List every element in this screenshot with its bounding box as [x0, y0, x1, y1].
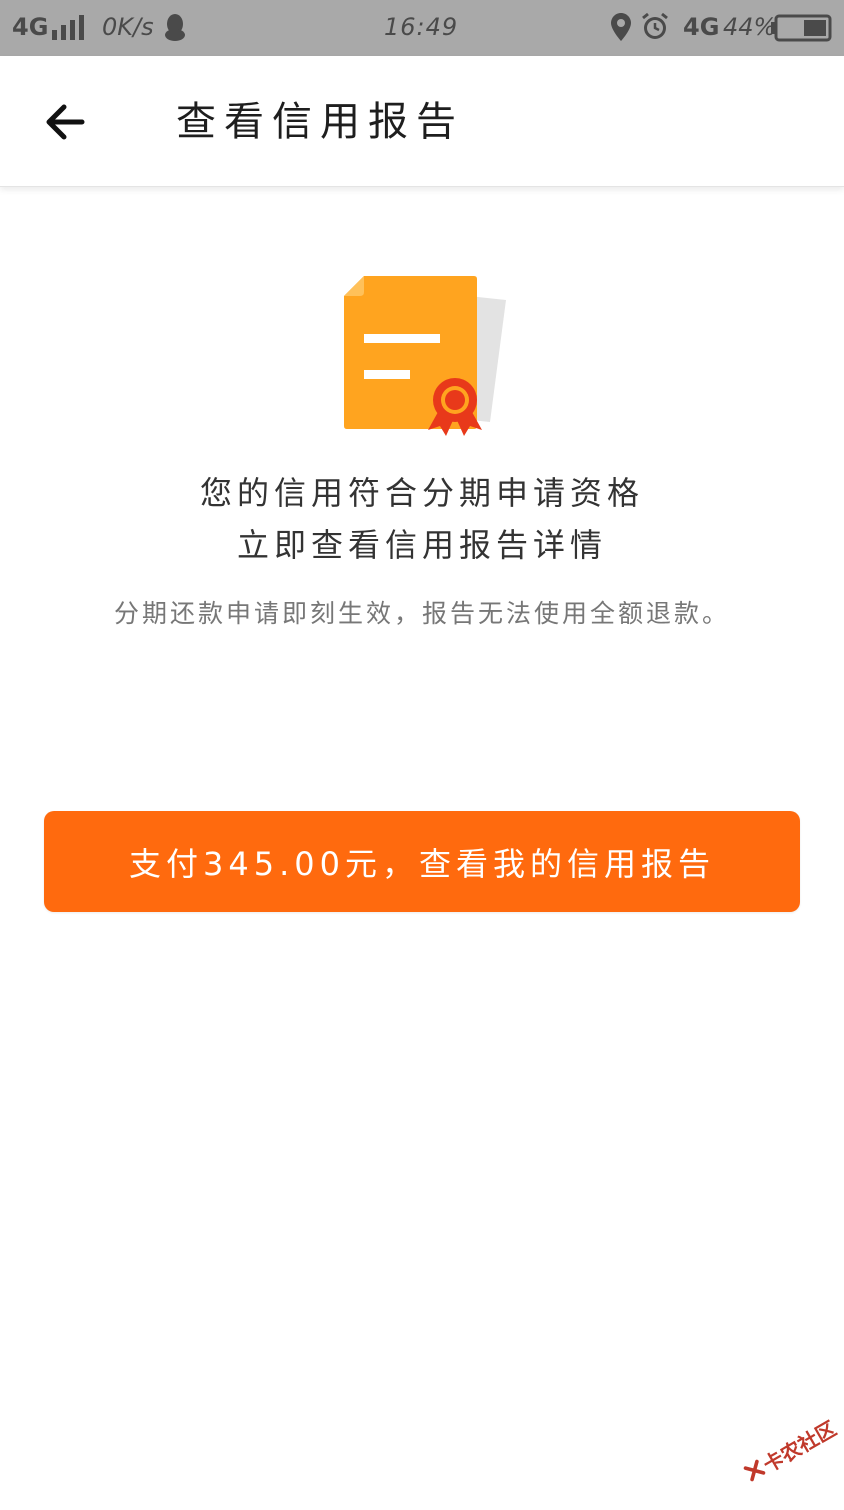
pay-button-label: 支付345.00元，查看我的信用报告	[129, 844, 715, 883]
network-speed: 0K/s	[102, 13, 154, 41]
pay-view-report-button[interactable]: 支付345.00元，查看我的信用报告	[44, 811, 800, 912]
battery-percent: 44%	[723, 13, 777, 41]
eligibility-headline: 您的信用符合分期申请资格	[199, 474, 644, 512]
forum-watermark: 卡农社区	[727, 1390, 844, 1509]
credit-report-icon	[344, 276, 506, 436]
back-button[interactable]	[36, 92, 96, 152]
network-type-secondary: 4G	[683, 13, 720, 41]
refund-notice: 分期还款申请即刻生效，报告无法使用全额退款。	[113, 599, 730, 628]
battery-icon	[771, 14, 832, 42]
network-type: 4G	[12, 13, 49, 41]
alarm-clock-icon	[642, 12, 668, 39]
arrow-left-icon	[46, 104, 85, 140]
app-bar: 查看信用报告	[0, 56, 844, 187]
page-title: 查看信用报告	[176, 99, 464, 145]
view-report-headline: 立即查看信用报告详情	[236, 526, 607, 564]
watermark-text: 卡农社区	[758, 1415, 841, 1477]
status-bar: 4G 0K/s 16:49 4G 44%	[0, 0, 844, 56]
qq-penguin-icon	[165, 14, 185, 41]
location-pin-icon	[611, 13, 631, 41]
clock: 16:49	[384, 13, 459, 41]
signal-strength-icon	[52, 14, 86, 40]
